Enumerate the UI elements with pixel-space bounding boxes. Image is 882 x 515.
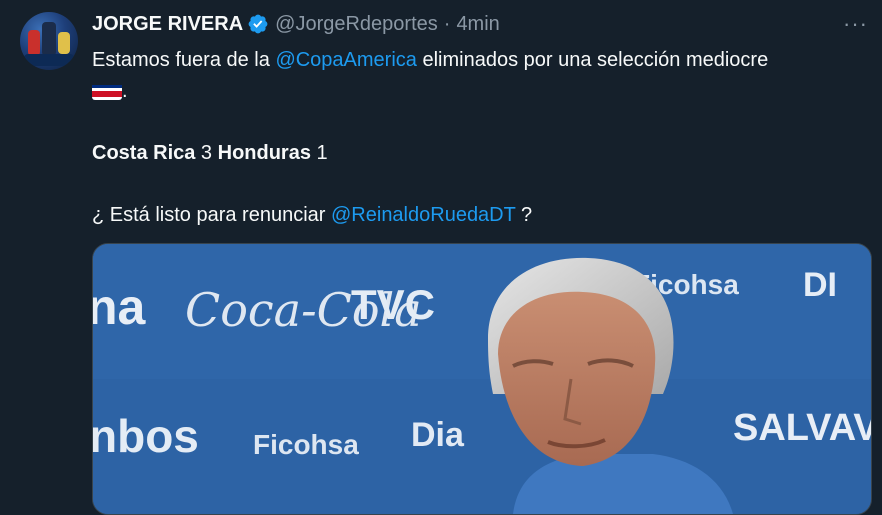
sponsor-text: nbos: [93, 410, 199, 462]
team-costa-rica: Costa Rica: [92, 142, 196, 164]
sponsor-text: Dia: [411, 416, 465, 454]
author-handle[interactable]: @JorgeRdeportes: [275, 13, 438, 36]
question-line: ¿ Está listo para renunciar @ReinaldoRue…: [92, 204, 533, 226]
more-icon[interactable]: ···: [843, 13, 868, 35]
press-conference-photo: na Coca-Cola TVC Ficohsa DI nbos Ficohsa…: [93, 244, 871, 514]
mention-reinaldoruedadt[interactable]: @ReinaldoRuedaDT: [331, 204, 515, 226]
sponsor-text: DI: [803, 266, 837, 304]
author-name[interactable]: JORGE RIVERA: [92, 13, 243, 36]
sponsor-text: SALVAVI: [733, 407, 871, 449]
team-honduras: Honduras: [217, 142, 311, 164]
verified-badge-icon: [248, 14, 268, 34]
tweet-header: JORGE RIVERA @JorgeRdeportes · 4min: [92, 10, 862, 38]
tweet-media-image[interactable]: na Coca-Cola TVC Ficohsa DI nbos Ficohsa…: [92, 243, 872, 515]
mention-copaamerica[interactable]: @CopaAmerica: [275, 49, 416, 71]
separator: ·: [443, 12, 451, 35]
sponsor-text: Ficohsa: [253, 429, 359, 460]
tweet-text: Estamos fuera de la @CopaAmerica elimina…: [92, 45, 872, 231]
timestamp[interactable]: 4min: [456, 13, 499, 36]
tweet-line-1: Estamos fuera de la @CopaAmerica elimina…: [92, 49, 769, 71]
score-line: Costa Rica 3 Honduras 1: [92, 142, 328, 164]
avatar[interactable]: [20, 12, 78, 70]
tweet-line-2: .: [92, 76, 872, 107]
sponsor-text: TVC: [351, 281, 435, 328]
costa-rica-flag-icon: [92, 82, 122, 100]
sponsor-text: na: [93, 279, 147, 335]
